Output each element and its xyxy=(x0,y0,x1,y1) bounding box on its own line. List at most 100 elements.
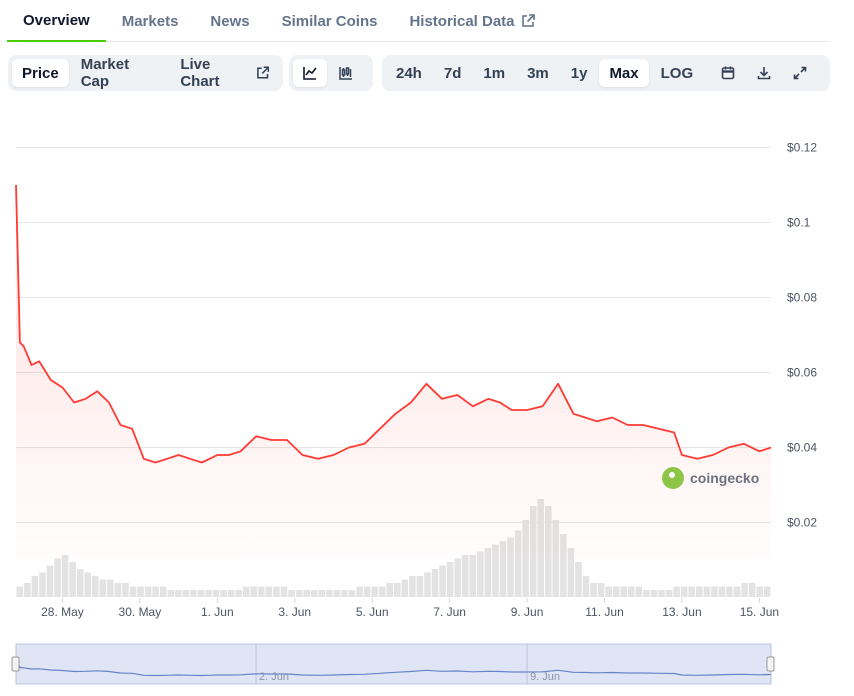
coingecko-logo-icon xyxy=(662,467,684,489)
volume-bar xyxy=(84,572,91,597)
y-tick-label: $0.1 xyxy=(787,216,811,230)
volume-bar xyxy=(711,586,718,597)
volume-bar xyxy=(597,583,605,597)
volume-bar xyxy=(250,586,258,597)
navigator-right-handle[interactable] xyxy=(766,656,775,672)
tab-similar-coins[interactable]: Similar Coins xyxy=(266,0,394,42)
volume-bar xyxy=(114,583,122,597)
volume-bar xyxy=(643,590,650,597)
volume-bar xyxy=(159,586,167,597)
volume-bar xyxy=(190,590,197,597)
market-cap-label: Market Cap xyxy=(80,56,130,90)
volume-bar xyxy=(280,586,288,597)
market-cap-button[interactable]: Market Cap xyxy=(71,56,169,90)
line-chart-button[interactable] xyxy=(293,59,327,87)
navigator-label: 2. Jun xyxy=(259,671,289,683)
fullscreen-button[interactable] xyxy=(783,59,817,87)
x-tick-label: 7. Jun xyxy=(433,605,466,619)
top-tabs: Overview Markets News Similar Coins Hist… xyxy=(7,0,830,42)
volume-bar xyxy=(175,590,182,597)
price-label: Price xyxy=(22,64,59,82)
volume-bar xyxy=(144,586,152,597)
candlestick-chart-button[interactable] xyxy=(329,59,363,87)
volume-bar xyxy=(220,590,227,597)
tab-label: Overview xyxy=(23,11,90,29)
y-tick-label: $0.02 xyxy=(787,516,817,530)
x-tick-label: 3. Jun xyxy=(278,605,311,619)
range-label: 1m xyxy=(483,64,506,82)
log-label: LOG xyxy=(660,64,694,82)
volume-bar xyxy=(54,558,61,597)
volume-bar xyxy=(386,583,393,597)
navigator-label: 9. Jun xyxy=(530,671,560,683)
price-button[interactable]: Price xyxy=(12,59,69,87)
volume-bar xyxy=(605,586,612,597)
volume-bar xyxy=(658,590,665,597)
volume-bar xyxy=(461,555,469,597)
volume-bar xyxy=(394,583,401,597)
x-tick-label: 1. Jun xyxy=(201,605,234,619)
range-3m-button[interactable]: 3m xyxy=(517,59,559,87)
range-1m-button[interactable]: 1m xyxy=(473,59,515,87)
price-chart[interactable]: $0.12 $0.1 $0.08 $0.06 $0.04 $0.02 28. May 30.… xyxy=(0,100,854,630)
volume-bar xyxy=(756,586,763,597)
volume-bar xyxy=(635,586,643,597)
download-icon xyxy=(757,67,771,80)
volume-bar xyxy=(575,562,582,597)
x-axis-labels: 28. May 30. May 1. Jun 3. Jun 5. Jun 7. Jun 9.… xyxy=(41,598,779,619)
candlestick-chart-icon xyxy=(339,67,352,80)
navigator-left-handle[interactable] xyxy=(11,656,20,672)
tab-markets[interactable]: Markets xyxy=(106,0,195,42)
volume-bar xyxy=(718,586,726,597)
volume-bar xyxy=(401,579,409,597)
volume-bar xyxy=(333,590,341,597)
volume-bar xyxy=(446,562,454,597)
calendar-button[interactable] xyxy=(711,59,745,87)
volume-bar xyxy=(197,590,205,597)
range-7d-button[interactable]: 7d xyxy=(434,59,472,87)
range-navigator[interactable]: 2. Jun 9. Jun xyxy=(0,640,854,690)
tab-overview[interactable]: Overview xyxy=(7,0,106,42)
volume-bar xyxy=(431,569,439,597)
tab-news[interactable]: News xyxy=(194,0,265,42)
range-label: 7d xyxy=(443,64,462,82)
volume-bar xyxy=(582,576,590,597)
y-tick-label: $0.04 xyxy=(787,441,817,455)
volume-bar xyxy=(439,565,446,597)
volume-bar xyxy=(703,586,711,597)
volume-bar xyxy=(371,586,378,597)
range-max-button[interactable]: Max xyxy=(599,59,649,87)
volume-bar xyxy=(726,586,733,597)
volume-bar xyxy=(258,586,265,597)
chart-type-group xyxy=(289,55,373,91)
volume-bar xyxy=(46,565,54,597)
volume-bar xyxy=(665,590,673,597)
live-chart-button[interactable]: Live Chart xyxy=(170,56,279,90)
volume-bar xyxy=(227,590,235,597)
download-button[interactable] xyxy=(747,59,781,87)
volume-bar xyxy=(243,586,250,597)
external-link-icon xyxy=(256,66,269,79)
volume-bar xyxy=(363,586,371,597)
volume-bar xyxy=(673,586,680,597)
volume-bar xyxy=(348,590,356,597)
volume-bar xyxy=(303,590,310,597)
x-tick-label: 28. May xyxy=(41,605,84,619)
tab-historical-data[interactable]: Historical Data xyxy=(393,0,550,42)
tab-label: Historical Data xyxy=(409,12,515,30)
range-24h-button[interactable]: 24h xyxy=(386,59,432,87)
volume-bar xyxy=(92,576,99,597)
log-scale-button[interactable]: LOG xyxy=(651,59,704,87)
x-tick-label: 5. Jun xyxy=(356,605,389,619)
volume-bar xyxy=(650,590,658,597)
live-chart-label: Live Chart xyxy=(180,56,220,90)
volume-bar xyxy=(341,590,348,597)
volume-bar xyxy=(310,590,318,597)
volume-bar xyxy=(748,583,756,597)
volume-bar xyxy=(409,576,416,597)
volume-bar xyxy=(763,586,771,597)
range-1y-button[interactable]: 1y xyxy=(561,59,598,87)
volume-bar xyxy=(688,586,695,597)
volume-bar xyxy=(137,586,144,597)
volume-bar xyxy=(295,590,303,597)
